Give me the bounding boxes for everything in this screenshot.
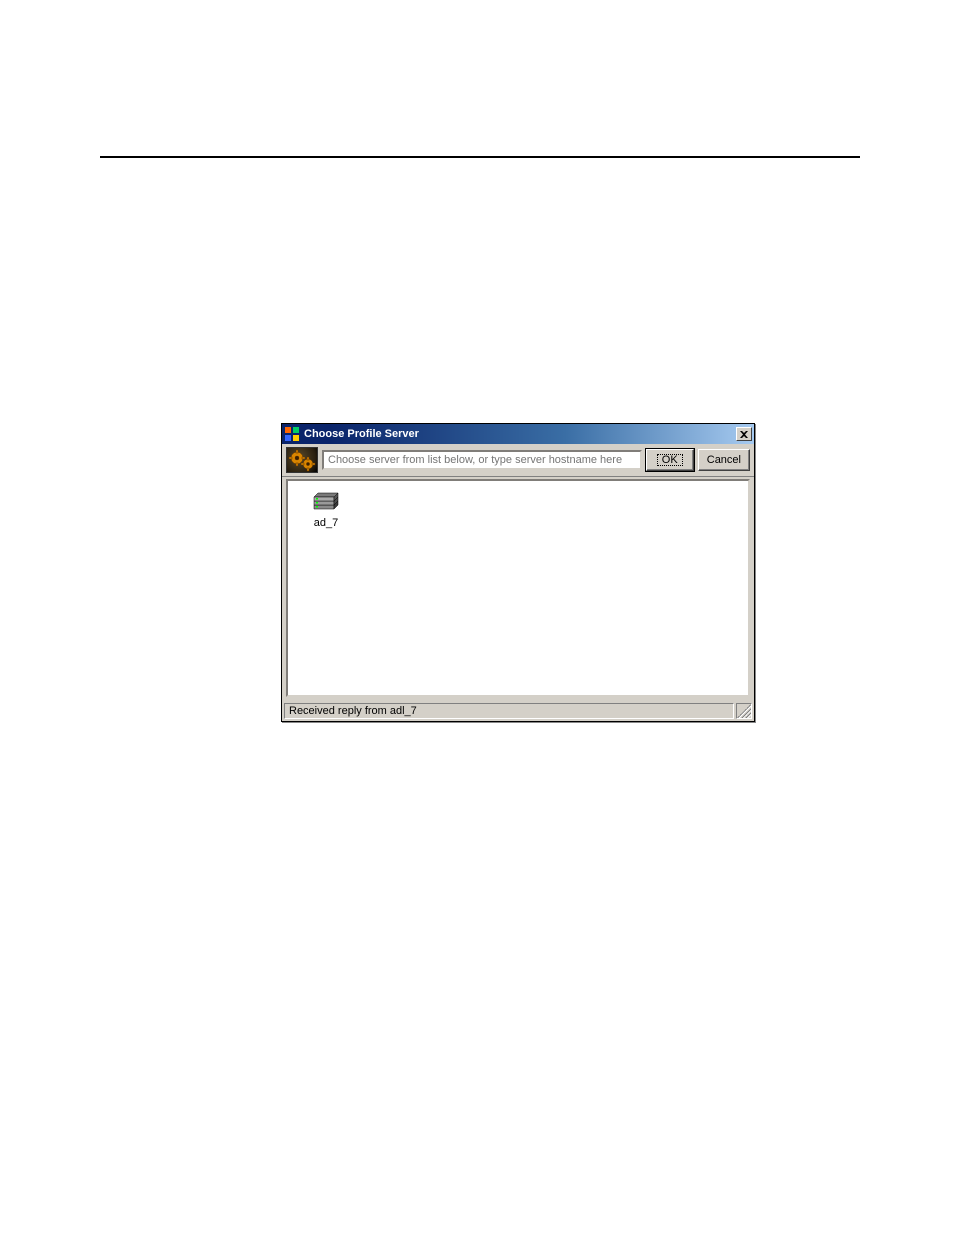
ok-button-label: OK (656, 453, 684, 467)
status-text: Received reply from adl_7 (284, 703, 734, 719)
app-icon (284, 426, 300, 442)
close-button[interactable] (736, 427, 752, 441)
toolbar: OK Cancel (282, 444, 754, 477)
status-bar: Received reply from adl_7 (282, 701, 754, 721)
titlebar[interactable]: Choose Profile Server (282, 424, 754, 444)
server-icon (310, 489, 342, 513)
ok-button[interactable]: OK (646, 449, 694, 471)
dialog-title: Choose Profile Server (304, 428, 736, 440)
server-hostname-input[interactable] (322, 450, 642, 470)
server-item-label: ad_7 (314, 517, 338, 529)
cancel-button[interactable]: Cancel (698, 449, 750, 471)
page-divider (100, 156, 860, 158)
server-item[interactable]: ad_7 (296, 489, 356, 529)
server-list[interactable]: ad_7 (286, 479, 750, 697)
choose-profile-server-dialog: Choose Profile Server (281, 423, 755, 722)
gears-icon (286, 447, 318, 473)
resize-grip[interactable] (736, 703, 752, 719)
